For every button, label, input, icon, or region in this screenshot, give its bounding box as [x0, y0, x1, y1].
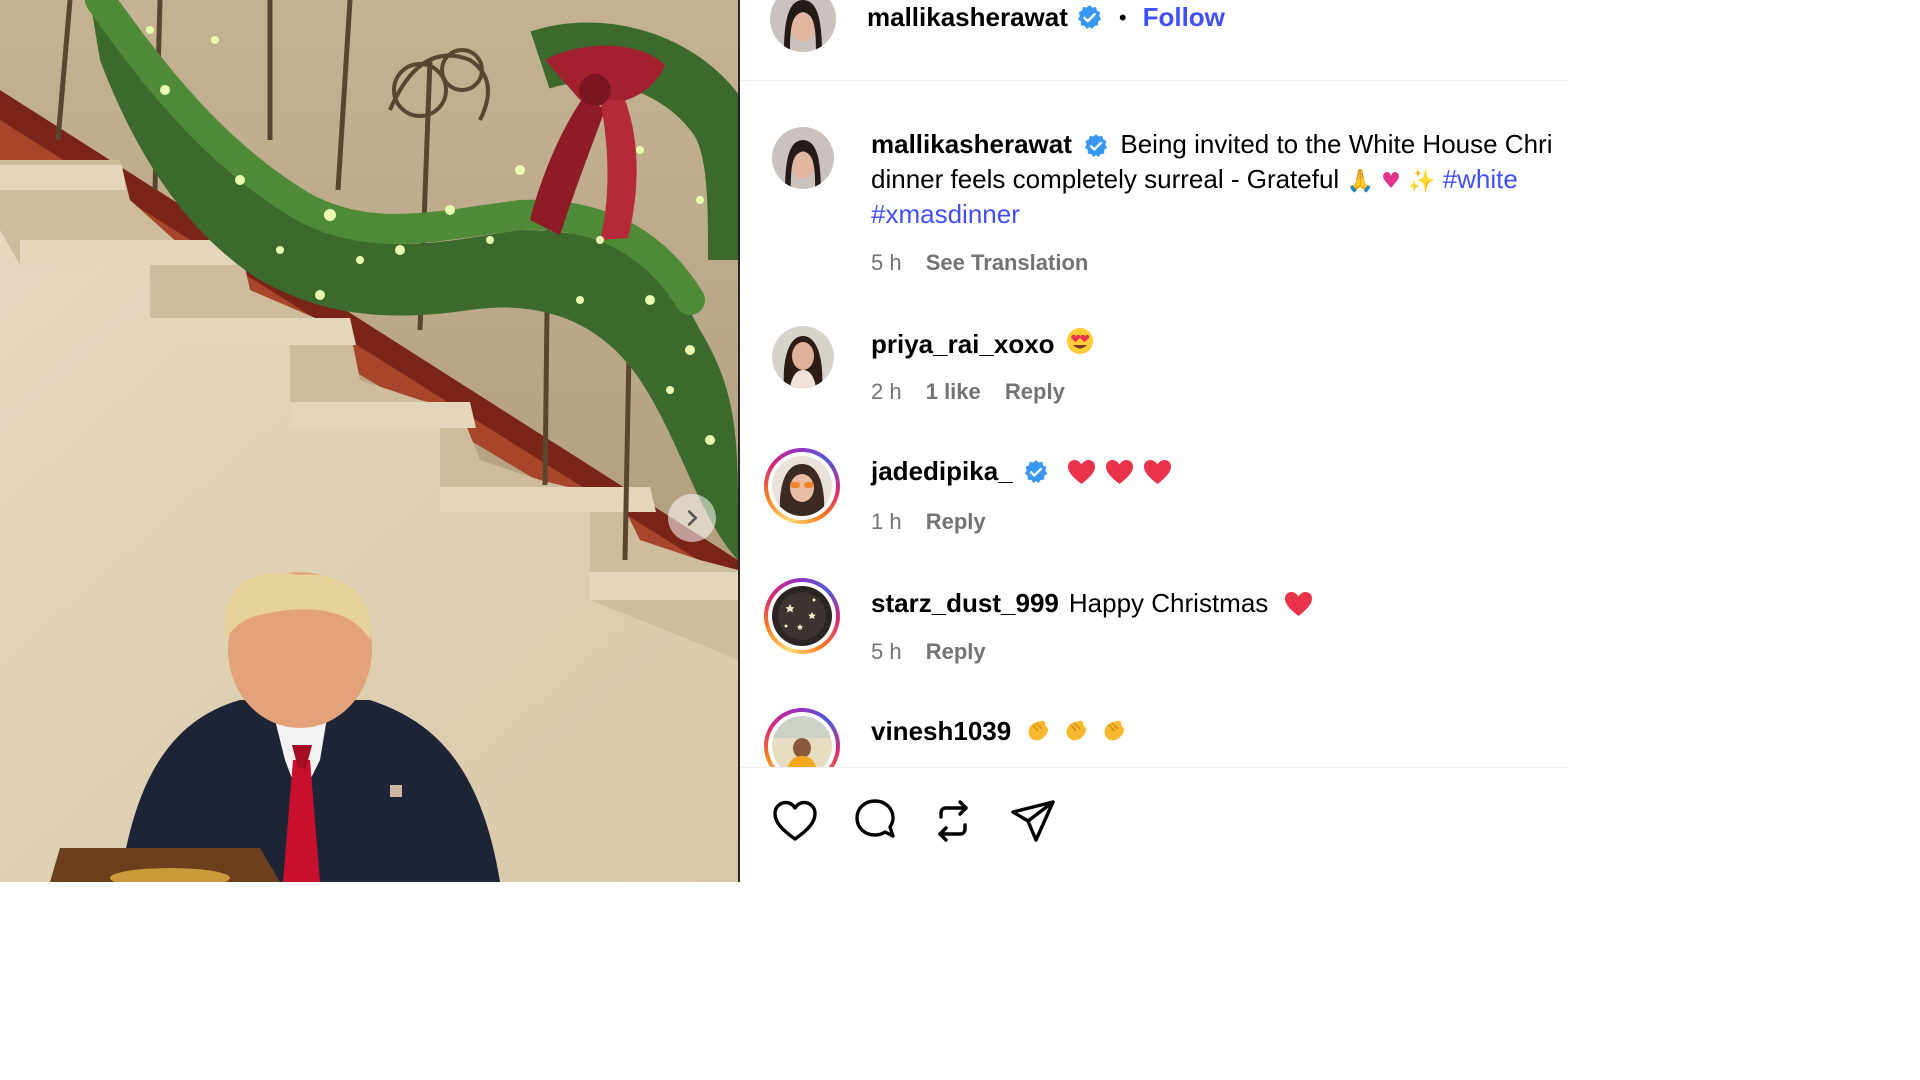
reply-button[interactable]: Reply — [926, 509, 986, 534]
post-header: mallikasherawat • Follow — [740, 0, 1568, 81]
share-button[interactable] — [1008, 796, 1058, 846]
instagram-post-view: mallikasherawat • Follow mallikasherawat… — [0, 0, 1568, 882]
profile-photo — [772, 326, 834, 388]
like-button[interactable] — [770, 796, 820, 846]
caption-timestamp: 5 h — [871, 250, 902, 275]
caption-meta: 5 h See Translation — [871, 250, 1088, 276]
caption-author-avatar[interactable] — [772, 127, 834, 189]
repost-button[interactable] — [928, 796, 978, 846]
reply-button[interactable]: Reply — [1005, 379, 1065, 404]
reply-button[interactable]: Reply — [926, 639, 986, 664]
post-side-panel: mallikasherawat • Follow mallikasherawat… — [740, 0, 1568, 882]
post-media[interactable] — [0, 0, 738, 882]
praying-hands-emoji-icon: 🙏 — [1346, 169, 1374, 194]
author-username[interactable]: mallikasherawat — [867, 2, 1068, 33]
caption-text-continued: dinner feels completely surreal - Gratef… — [871, 164, 1340, 194]
comment-line: starz_dust_999 Happy Christmas — [871, 586, 1313, 621]
comment-timestamp: 5 h — [871, 639, 902, 664]
commenter-avatar-story-ring[interactable] — [764, 448, 840, 524]
follow-button[interactable]: Follow — [1143, 2, 1225, 33]
comment-timestamp: 2 h — [871, 379, 902, 404]
comment-meta: 1 h Reply — [871, 509, 986, 535]
post-actions-bar — [740, 767, 1568, 882]
repost-icon — [938, 800, 968, 842]
hashtag-link[interactable]: #white — [1443, 164, 1518, 194]
profile-photo — [772, 716, 832, 767]
commenter-avatar-story-ring[interactable] — [764, 708, 840, 767]
profile-photo — [772, 127, 834, 189]
red-heart-icon — [1105, 459, 1133, 484]
commenter-avatar — [772, 586, 832, 646]
commenter-avatar-story-ring[interactable] — [764, 578, 840, 654]
comment-line: vinesh1039 — [871, 716, 1129, 747]
profile-photo — [770, 0, 836, 52]
comment-username[interactable]: priya_rai_xoxo — [871, 329, 1055, 360]
caption-username[interactable]: mallikasherawat — [871, 129, 1072, 159]
comment-username[interactable]: starz_dust_999 — [871, 586, 1059, 621]
share-icon — [1011, 800, 1055, 842]
verified-badge-icon — [1024, 459, 1047, 483]
verified-badge-icon — [1077, 5, 1101, 29]
caption-text-line2: dinner feels completely surreal - Gratef… — [871, 162, 1518, 199]
verified-badge-icon — [1085, 134, 1108, 158]
commenter-avatar — [772, 456, 832, 516]
author-avatar[interactable] — [770, 0, 836, 52]
header-separator: • — [1118, 4, 1127, 30]
caption-text: Being invited to the White House Chri — [1120, 129, 1553, 159]
comment-meta: 5 h Reply — [871, 639, 986, 665]
comment-line: priya_rai_xoxo — [871, 326, 1095, 363]
comment-button[interactable] — [850, 796, 900, 846]
comment-meta: 2 h 1 like Reply — [871, 379, 1065, 405]
red-heart-icon — [1067, 459, 1095, 484]
profile-photo — [772, 586, 832, 646]
caption-text-line1: mallikasherawat Being invited to the Whi… — [871, 127, 1552, 162]
clapping-hands-emoji-icon — [1023, 717, 1129, 747]
comment-likes-count[interactable]: 1 like — [926, 379, 981, 404]
heart-eyes-face-icon — [1066, 328, 1093, 354]
like-icon — [773, 800, 817, 841]
clap-icon — [1104, 720, 1125, 740]
comment-username[interactable]: vinesh1039 — [871, 716, 1011, 747]
sparkles-emoji-icon: ✨ — [1408, 169, 1436, 194]
red-heart-icon — [1285, 591, 1313, 616]
caption-text-line3: #xmasdinner — [871, 197, 1020, 232]
commenter-avatar[interactable] — [772, 326, 834, 388]
comment-timestamp: 1 h — [871, 509, 902, 534]
clap-icon — [1066, 720, 1087, 740]
pink-heart-emoji-icon: ♥ — [1381, 169, 1401, 194]
commenter-avatar — [772, 716, 832, 767]
chevron-right-icon — [687, 510, 698, 526]
see-translation-link[interactable]: See Translation — [926, 250, 1089, 275]
comments-section[interactable]: mallikasherawat Being invited to the Whi… — [740, 81, 1568, 767]
next-image-button[interactable] — [668, 494, 716, 542]
header-author-block: mallikasherawat • Follow — [867, 2, 1225, 33]
comment-line: jadedipika_ — [871, 456, 1172, 487]
clap-icon — [1028, 720, 1049, 740]
profile-photo — [772, 456, 832, 516]
heart-eyes-emoji-icon — [1065, 326, 1095, 363]
comment-username[interactable]: jadedipika_ — [871, 456, 1013, 487]
hashtag-link[interactable]: #xmasdinner — [871, 199, 1020, 229]
red-heart-icon — [1143, 459, 1171, 484]
heart-emoji-icon — [1067, 459, 1172, 485]
post-photo — [0, 0, 738, 882]
comment-text: Happy Christmas — [1068, 588, 1269, 618]
comment-icon — [855, 799, 895, 838]
